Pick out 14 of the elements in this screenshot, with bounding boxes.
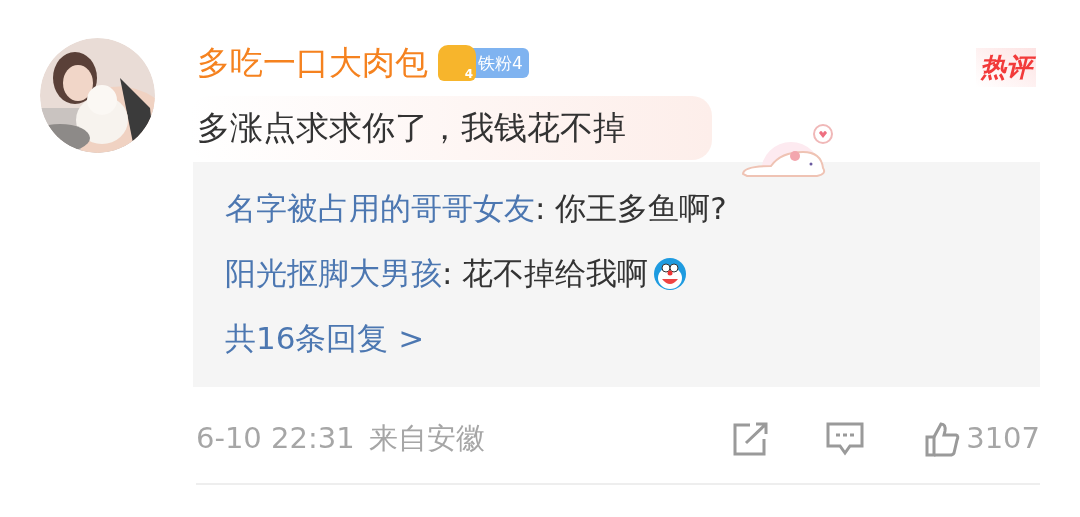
reply-author[interactable]: 名字被占用的哥哥女友	[225, 185, 535, 232]
post-time: 6-10 22:31	[196, 420, 355, 458]
share-icon[interactable]	[732, 421, 771, 457]
like-count: 3107	[966, 420, 1040, 458]
username[interactable]: 多吃一口大肉包	[197, 42, 428, 84]
reply-text: : 你王多鱼啊?	[535, 189, 727, 229]
thumbs-up-icon[interactable]	[924, 421, 961, 457]
robot-cat-emoji-icon	[652, 256, 689, 291]
comment-icon[interactable]	[826, 421, 865, 457]
reply-text: : 花不掉给我啊	[442, 254, 649, 294]
post-location: 来自安徽	[368, 420, 485, 458]
more-replies-link[interactable]: 共16条回复 >	[225, 306, 1040, 371]
hot-comment-tag: 热评	[976, 48, 1036, 87]
reply-author[interactable]: 阳光抠脚大男孩	[225, 250, 442, 297]
